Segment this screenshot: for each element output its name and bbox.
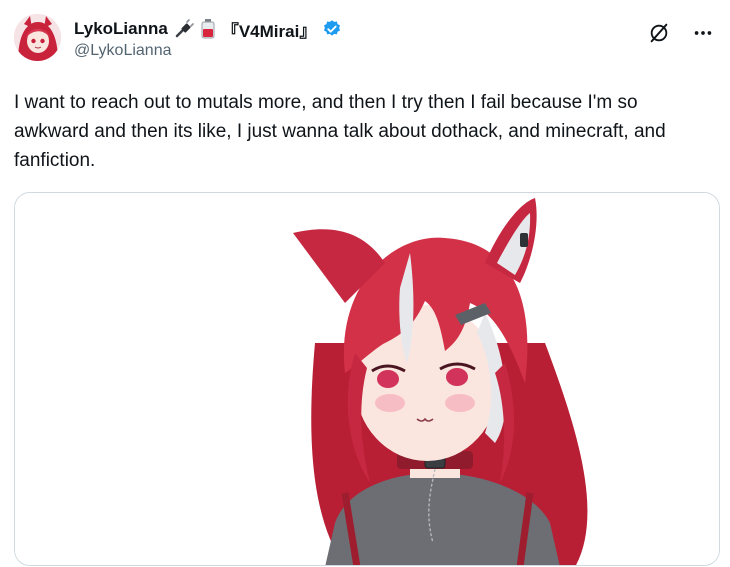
tweet-media-image[interactable] [14,192,720,566]
plug-icon [174,19,194,39]
more-icon[interactable] [690,20,716,46]
name-tag: 『V4Mirai』 [221,21,317,41]
avatar-image [14,14,61,61]
tweet-header: LykoLianna 『V4Mirai』 @LykoLianna [14,14,716,74]
handle[interactable]: @LykoLianna [74,42,342,60]
battery-jar-icon [200,19,216,39]
tweet-text: I want to reach out to mutals more, and … [14,92,666,171]
verified-badge-icon[interactable] [322,19,342,39]
grok-icon[interactable] [646,20,672,46]
avatar[interactable] [14,14,61,61]
display-name[interactable]: LykoLianna [74,19,168,39]
anime-catgirl-illustration [15,193,719,565]
